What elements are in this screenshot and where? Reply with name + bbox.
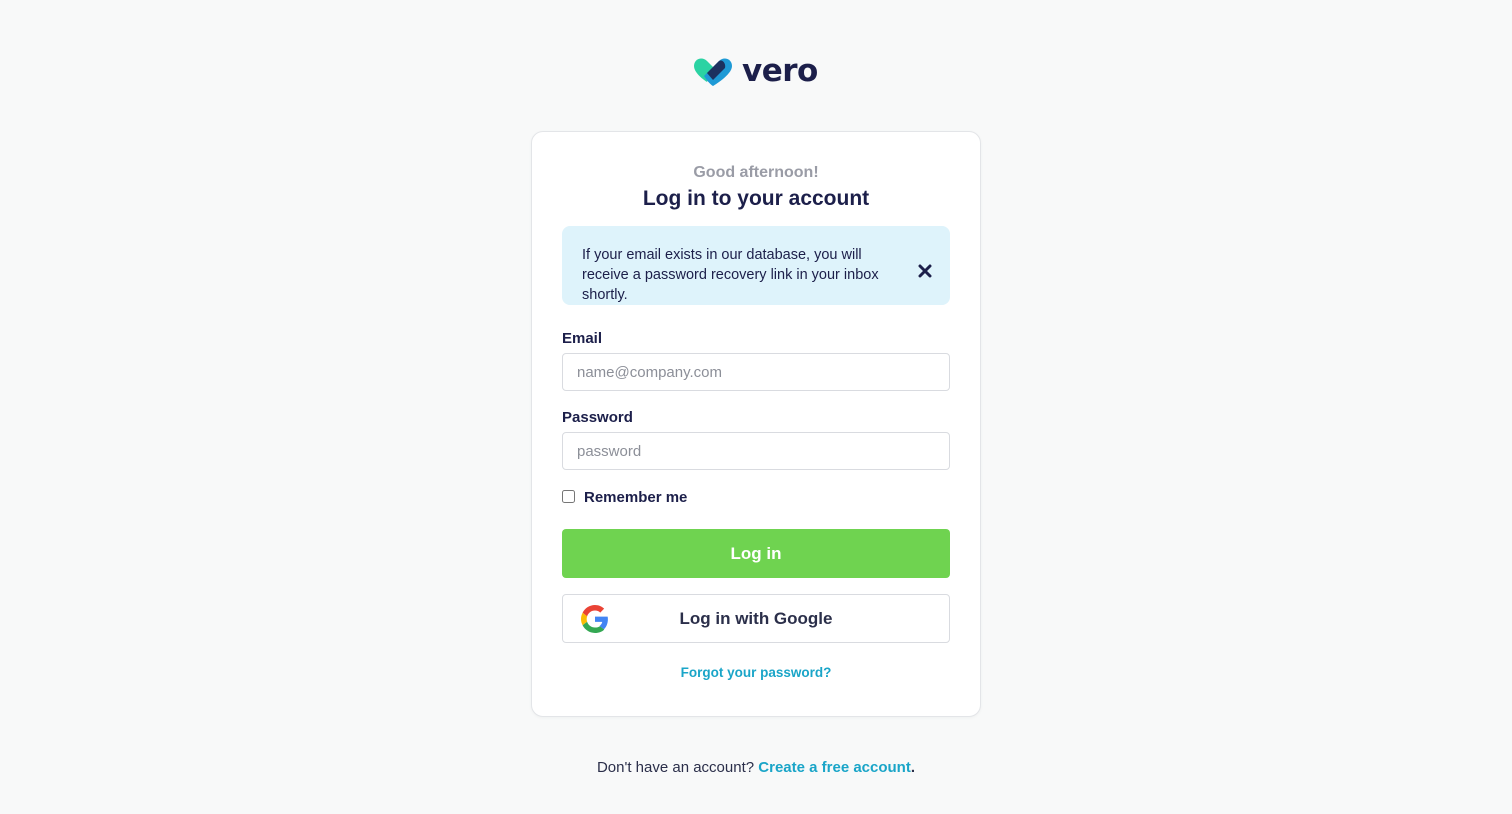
signup-prompt: Don't have an account? Create a free acc… [0, 759, 1512, 776]
greeting-text: Good afternoon! [693, 164, 819, 181]
google-login-button[interactable]: Log in with Google [562, 594, 950, 643]
google-login-label: Log in with Google [679, 608, 833, 628]
vero-heart-logo-icon [694, 58, 732, 86]
login-button[interactable]: Log in [562, 529, 950, 578]
login-card: Good afternoon! Log in to your account I… [531, 131, 981, 717]
signup-prompt-text: Don't have an account? [596, 759, 755, 776]
create-account-link[interactable]: Create a free account [758, 759, 911, 776]
signup-prompt-suffix: . [910, 759, 916, 776]
remember-me-label[interactable]: Remember me [584, 489, 687, 506]
password-label: Password [562, 409, 633, 426]
page-title: Log in to your account [642, 187, 870, 210]
brand-name: vero [742, 53, 818, 89]
password-recovery-alert: If your email exists in our database, yo… [562, 226, 950, 305]
remember-me-checkbox[interactable] [562, 490, 575, 503]
password-input[interactable] [562, 432, 950, 470]
forgot-password-link[interactable]: Forgot your password? [532, 665, 980, 680]
email-input[interactable] [562, 353, 950, 391]
login-page: vero Good afternoon! Log in to your acco… [0, 0, 1512, 814]
google-icon [581, 605, 608, 633]
close-icon[interactable] [918, 264, 932, 278]
brand-logo[interactable]: vero [692, 54, 818, 88]
alert-message: If your email exists in our database, yo… [582, 247, 879, 303]
remember-me[interactable]: Remember me [562, 488, 687, 506]
email-label: Email [562, 330, 603, 347]
